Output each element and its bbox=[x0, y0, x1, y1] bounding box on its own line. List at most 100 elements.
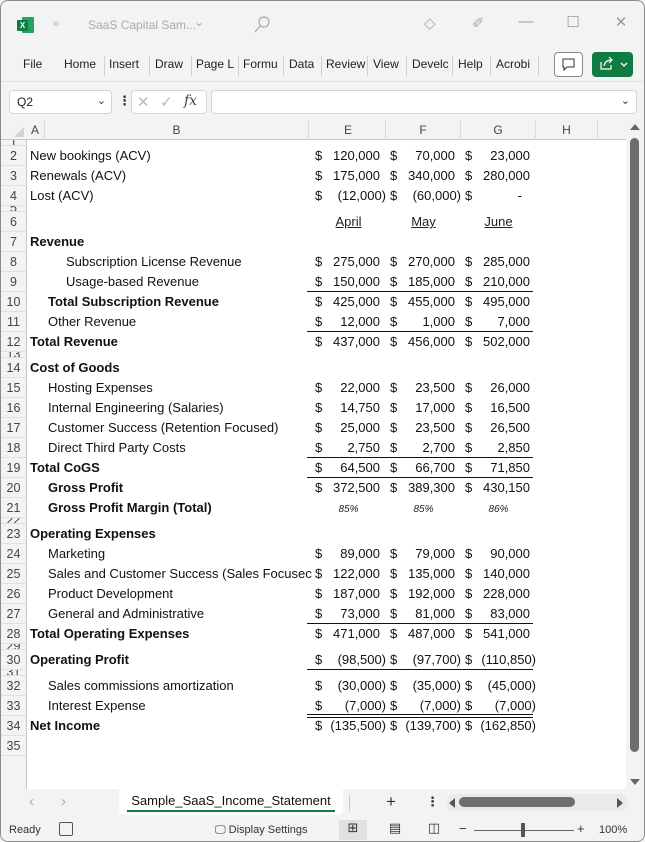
row-header[interactable]: 17 bbox=[1, 418, 26, 438]
amount-cell[interactable]: $2,700 bbox=[386, 438, 461, 458]
amount-cell[interactable]: $12,000 bbox=[311, 312, 386, 332]
scroll-down-arrow[interactable] bbox=[630, 779, 640, 785]
row-header[interactable]: 24 bbox=[1, 544, 26, 564]
tab-formulas[interactable]: Formu bbox=[243, 57, 281, 71]
row-label[interactable]: Internal Engineering (Salaries) bbox=[48, 398, 224, 418]
add-sheet-button[interactable]: + bbox=[386, 792, 396, 812]
scroll-up-arrow[interactable] bbox=[630, 124, 640, 130]
row-label[interactable]: Total CoGS bbox=[30, 458, 100, 478]
amount-cell[interactable]: $502,000 bbox=[461, 332, 536, 352]
comments-button[interactable] bbox=[554, 52, 583, 77]
amount-cell[interactable]: $71,850 bbox=[461, 458, 536, 478]
amount-cell[interactable]: $175,000 bbox=[311, 166, 386, 186]
amount-cell[interactable]: $14,750 bbox=[311, 398, 386, 418]
scroll-right-arrow[interactable] bbox=[617, 798, 623, 808]
amount-cell[interactable]: $455,000 bbox=[386, 292, 461, 312]
row-header[interactable]: 15 bbox=[1, 378, 26, 398]
margin-percent[interactable]: 85% bbox=[386, 500, 461, 518]
amount-cell[interactable]: $280,000 bbox=[461, 166, 536, 186]
column-header-b[interactable]: B bbox=[45, 120, 309, 140]
vertical-scrollbar[interactable] bbox=[626, 120, 644, 789]
tab-view[interactable]: View bbox=[373, 57, 399, 71]
amount-cell[interactable]: $16,500 bbox=[461, 398, 536, 418]
amount-cell[interactable]: $ (60,000) bbox=[386, 186, 461, 206]
amount-cell[interactable]: $ (12,000) bbox=[311, 186, 386, 206]
row-header[interactable]: 9 bbox=[1, 272, 26, 292]
amount-cell[interactable]: $2,750 bbox=[311, 438, 386, 458]
page-layout-view-button[interactable]: ▤ bbox=[381, 820, 409, 840]
row-label[interactable]: Other Revenue bbox=[48, 312, 136, 332]
search-icon[interactable] bbox=[254, 16, 270, 34]
row-label[interactable]: Hosting Expenses bbox=[48, 378, 153, 398]
amount-cell[interactable]: $90,000 bbox=[461, 544, 536, 564]
row-label[interactable]: Sales and Customer Success (Sales Focuse… bbox=[48, 564, 312, 584]
month-header[interactable]: April bbox=[311, 212, 386, 232]
amount-cell[interactable]: $22,000 bbox=[311, 378, 386, 398]
chevron-down-icon[interactable]: ⌄ bbox=[194, 15, 204, 29]
row-header[interactable]: 35 bbox=[1, 736, 26, 756]
amount-cell[interactable]: $135,000 bbox=[386, 564, 461, 584]
amount-cell[interactable]: $389,300 bbox=[386, 478, 461, 498]
tab-file[interactable]: File bbox=[23, 57, 42, 71]
amount-cell[interactable]: $471,000 bbox=[311, 624, 386, 644]
amount-cell[interactable]: $487,000 bbox=[386, 624, 461, 644]
amount-cell[interactable]: $425,000 bbox=[311, 292, 386, 312]
amount-cell[interactable]: $541,000 bbox=[461, 624, 536, 644]
tab-insert[interactable]: Insert bbox=[109, 57, 139, 71]
amount-cell[interactable]: $270,000 bbox=[386, 252, 461, 272]
sheet-tab-active[interactable]: Sample_SaaS_Income_Statement bbox=[119, 789, 343, 815]
row-label[interactable]: Interest Expense bbox=[48, 696, 146, 716]
amount-cell[interactable]: $66,700 bbox=[386, 458, 461, 478]
amount-cell[interactable]: $64,500 bbox=[311, 458, 386, 478]
row-label[interactable]: New bookings (ACV) bbox=[30, 146, 151, 166]
amount-cell[interactable]: $26,000 bbox=[461, 378, 536, 398]
formula-input[interactable]: ⌄ bbox=[211, 90, 637, 114]
row-header[interactable]: 30 bbox=[1, 650, 26, 670]
tab-help[interactable]: Help bbox=[458, 57, 483, 71]
amount-cell[interactable]: $120,000 bbox=[311, 146, 386, 166]
amount-cell[interactable]: $192,000 bbox=[386, 584, 461, 604]
amount-cell[interactable]: $89,000 bbox=[311, 544, 386, 564]
copilot-wand-icon[interactable]: ✐ bbox=[472, 14, 485, 32]
amount-cell[interactable]: $ (98,500) bbox=[311, 650, 386, 670]
amount-cell[interactable]: $ (135,500) bbox=[311, 716, 386, 736]
maximize-button[interactable]: ☐ bbox=[563, 13, 583, 31]
cancel-icon[interactable]: ✕ bbox=[137, 93, 150, 111]
row-label[interactable]: Total Subscription Revenue bbox=[48, 292, 219, 312]
row-label[interactable]: Net Income bbox=[30, 716, 100, 736]
amount-cell[interactable]: $23,000 bbox=[461, 146, 536, 166]
amount-cell[interactable]: $ (7,000) bbox=[386, 696, 461, 716]
amount-cell[interactable]: $228,000 bbox=[461, 584, 536, 604]
chevron-down-icon[interactable]: ⌄ bbox=[97, 94, 106, 107]
more-commands-button[interactable]: » bbox=[53, 18, 59, 30]
row-header[interactable]: 16 bbox=[1, 398, 26, 418]
margin-percent[interactable]: 85% bbox=[311, 500, 386, 518]
row-header[interactable]: 25 bbox=[1, 564, 26, 584]
row-header[interactable]: 18 bbox=[1, 438, 26, 458]
row-header[interactable]: 6 bbox=[1, 212, 26, 232]
sheet-options-icon[interactable]: ⋮ bbox=[426, 794, 439, 810]
tab-review[interactable]: Review bbox=[326, 57, 366, 71]
amount-cell[interactable]: $26,500 bbox=[461, 418, 536, 438]
amount-cell[interactable]: $81,000 bbox=[386, 604, 461, 624]
amount-cell[interactable]: $ (110,850) bbox=[461, 650, 536, 670]
minimize-button[interactable]: — bbox=[516, 13, 536, 30]
amount-cell[interactable]: $285,000 bbox=[461, 252, 536, 272]
amount-cell[interactable]: $79,000 bbox=[386, 544, 461, 564]
column-header-g[interactable]: G bbox=[461, 120, 536, 140]
row-label[interactable]: Customer Success (Retention Focused) bbox=[48, 418, 278, 438]
amount-cell[interactable]: $495,000 bbox=[461, 292, 536, 312]
row-label[interactable]: Operating Profit bbox=[30, 650, 129, 670]
row-header[interactable]: 4 bbox=[1, 186, 26, 206]
amount-cell[interactable]: $7,000 bbox=[461, 312, 536, 332]
zoom-slider-thumb[interactable] bbox=[521, 823, 525, 837]
row-label[interactable]: Gross Profit bbox=[48, 478, 123, 498]
amount-cell[interactable]: $ (7,000) bbox=[461, 696, 536, 716]
amount-cell[interactable]: $ (35,000) bbox=[386, 676, 461, 696]
row-label[interactable]: General and Administrative bbox=[48, 604, 204, 624]
row-header[interactable]: 27 bbox=[1, 604, 26, 624]
close-button[interactable]: ✕ bbox=[611, 13, 631, 31]
expand-formula-bar-icon[interactable]: ⌄ bbox=[621, 94, 630, 107]
row-label[interactable]: Gross Profit Margin (Total) bbox=[48, 498, 212, 518]
amount-cell[interactable]: $275,000 bbox=[311, 252, 386, 272]
